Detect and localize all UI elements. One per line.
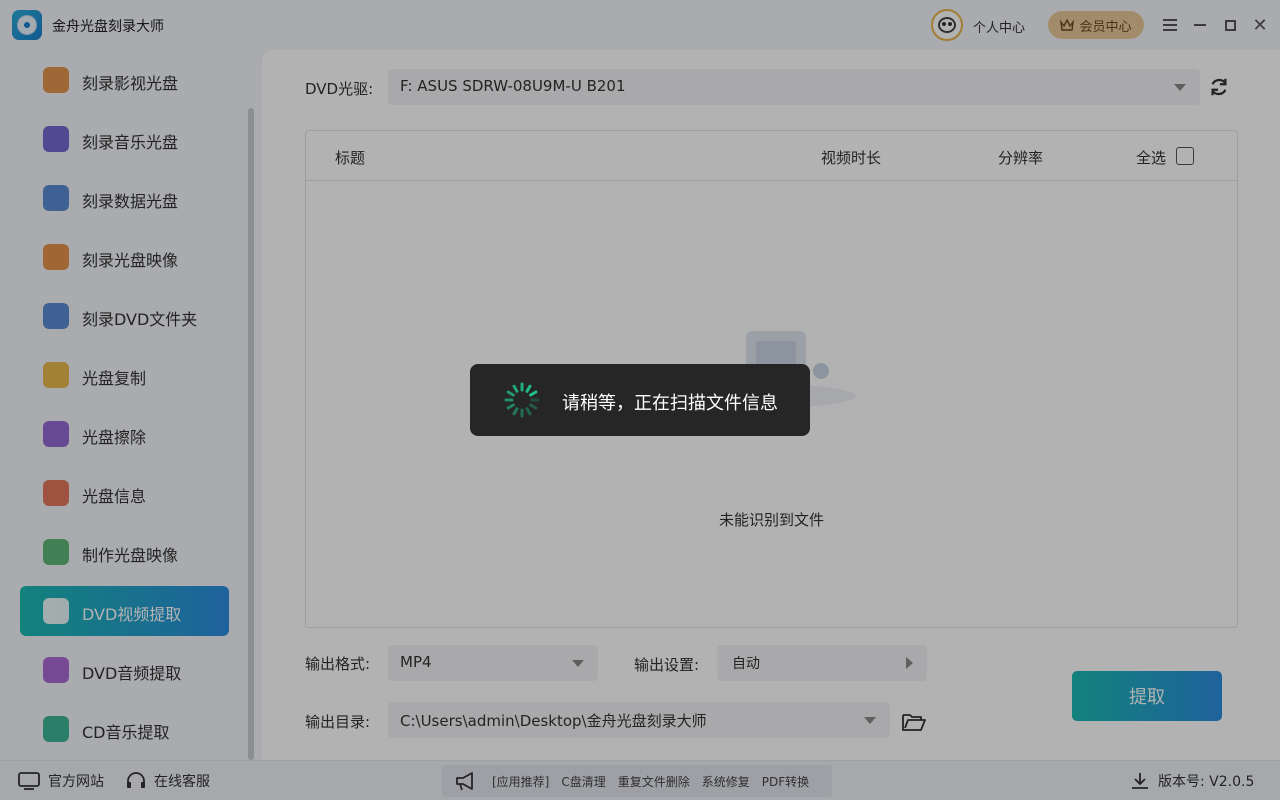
loading-message: 请稍等，正在扫描文件信息 <box>562 393 778 414</box>
loading-spinner-icon <box>504 382 540 418</box>
loading-toast: 请稍等，正在扫描文件信息 <box>470 364 810 436</box>
modal-overlay: 请稍等，正在扫描文件信息 <box>0 0 1280 800</box>
